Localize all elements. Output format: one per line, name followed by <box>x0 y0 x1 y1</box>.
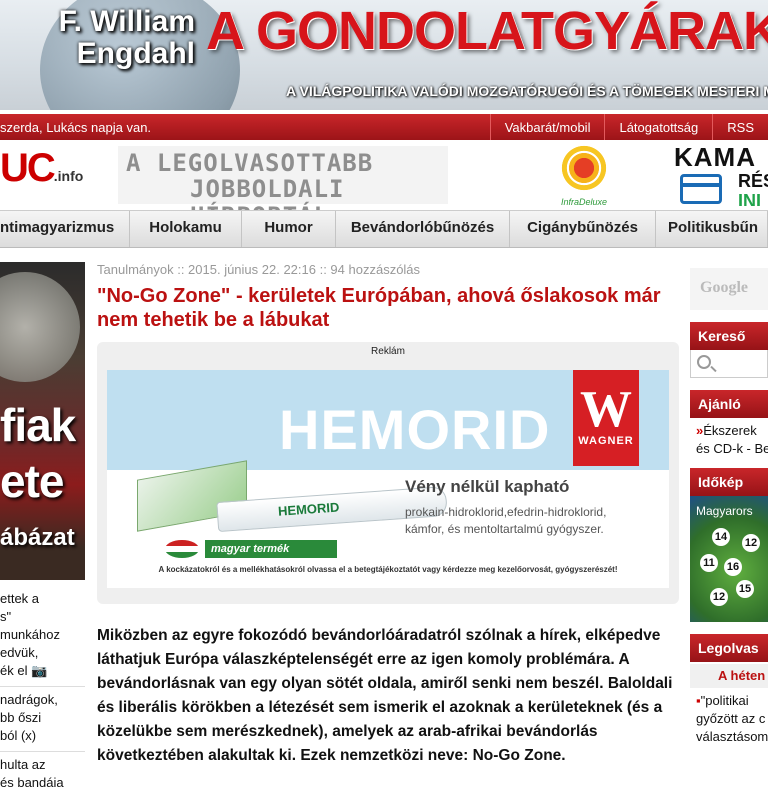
site-search-input[interactable] <box>690 350 768 378</box>
logo-text: UC <box>0 146 56 190</box>
sun-logo-icon <box>558 144 610 192</box>
weather-temp: 14 <box>712 528 730 546</box>
article-title[interactable]: "No-Go Zone" - kerületek Európában, ahov… <box>97 284 679 332</box>
list-item-line: munkához <box>0 627 60 642</box>
ad-claim: Vény nélkül kapható <box>405 477 570 496</box>
article-body: Miközben az egyre fokozódó bevándorlóára… <box>97 627 673 765</box>
left-sidebar: fiak ete ábázat ettek a s" munkához edvü… <box>0 262 85 787</box>
link-accessible-mobile[interactable]: Vakbarát/mobil <box>489 114 605 140</box>
weather-temp: 11 <box>700 554 718 572</box>
top-links: Vakbarát/mobil Látogatottság RSS <box>489 114 768 140</box>
wagner-logo-letter: W <box>580 381 632 438</box>
nav-item-bevandorlobunozes[interactable]: Bevándorlóbűnözés <box>336 211 510 247</box>
link-rss[interactable]: RSS <box>712 114 768 140</box>
most-read-line-1: "politikai <box>700 693 749 708</box>
most-read-line-3: választásom <box>696 729 768 744</box>
hungarian-flag-icon <box>165 540 199 558</box>
kama-line-3: INI <box>738 191 762 206</box>
left-banner-line-3: ábázat <box>0 524 75 551</box>
most-read-week-tab[interactable]: A héten <box>690 664 768 688</box>
main-content: Tanulmányok :: 2015. június 22. 22:16 ::… <box>97 262 679 768</box>
article-meta: Tanulmányok :: 2015. június 22. 22:16 ::… <box>97 262 421 277</box>
slogan-banner: A LEGOLVASOTTABB JOBBOLDALI HÍRPORTÁL <box>118 146 448 229</box>
weather-temp: 12 <box>742 534 760 552</box>
recommend-section-title: Ajánló <box>690 390 768 418</box>
date-text: szerda, Lukács napja van. <box>0 120 152 135</box>
kama-line-2: RÉS <box>738 171 768 191</box>
list-item[interactable]: nadrágok, bb őszi ból (x) <box>0 687 85 752</box>
site-logo[interactable]: UC.info <box>0 148 83 188</box>
tube-label: HEMORID <box>277 499 340 519</box>
weather-map-label: Magyarors <box>696 504 753 518</box>
ad-disclaimer: A kockázatokról és a mellékhatásokról ol… <box>158 565 618 574</box>
right-sidebar: Google Kereső Ajánló »Ékszerek és CD-k -… <box>690 268 768 787</box>
most-read-item[interactable]: ▪"politikai győzött az c választásom <box>690 688 768 750</box>
infradeluxe-label: InfraDeluxe <box>560 197 608 207</box>
info-bar: szerda, Lukács napja van. Vakbarát/mobil… <box>0 114 768 140</box>
left-news-list: ettek a s" munkához edvük, ék el 📷 nadrá… <box>0 580 85 787</box>
list-item[interactable]: hulta az és bandája <box>0 752 85 787</box>
slogan-line-1: A LEGOLVASOTTABB <box>126 149 374 177</box>
weather-temp: 15 <box>736 580 754 598</box>
logo-row: UC.info A LEGOLVASOTTABB JOBBOLDALI HÍRP… <box>0 140 768 229</box>
logo-suffix: .info <box>53 168 84 184</box>
ad-ingredients: prokain-hidroklorid,efedrin-hidroklorid,… <box>405 504 606 538</box>
top-banner[interactable]: F. William Engdahl A GONDOLATGYÁRAK A VI… <box>0 0 768 110</box>
infradeluxe-ad[interactable]: InfraDeluxe <box>552 144 616 210</box>
kama-ad[interactable]: KAMA RÉS INI <box>674 144 768 206</box>
banner-subtitle: A VILÁGPOLITIKA VALÓDI MOZGATÓRUGÓI ÉS A… <box>286 83 768 99</box>
nav-item-holokamu[interactable]: Holokamu <box>130 211 242 247</box>
left-banner-line-2: ete <box>0 455 64 507</box>
banner-author: F. William Engdahl <box>10 6 195 69</box>
list-item-line: s" <box>0 609 12 624</box>
nav-item-ciganybunozes[interactable]: Cigánybűnözés <box>510 211 656 247</box>
coin-image <box>0 272 80 382</box>
recommend-item[interactable]: »Ékszerek és CD-k - Be <box>690 418 768 462</box>
most-read-line-2: győzött az c <box>696 711 766 726</box>
search-section-title: Kereső <box>690 322 768 350</box>
list-item-line: hulta az <box>0 757 46 772</box>
most-read-section-title: Legolvas <box>690 634 768 662</box>
wagner-logo: W WAGNER <box>573 370 639 466</box>
ingredients-line-1: prokain-hidroklorid,efedrin-hidroklorid, <box>405 505 607 519</box>
made-in-label: magyar termék <box>205 540 337 558</box>
left-banner-ad[interactable]: fiak ete ábázat <box>0 262 85 580</box>
weather-section-title: Időkép <box>690 468 768 496</box>
list-item[interactable]: ettek a s" munkához edvük, ék el 📷 <box>0 586 85 687</box>
kama-line-1: KAMA <box>674 144 756 172</box>
google-search-box[interactable]: Google <box>690 268 768 310</box>
recommend-line-2: és CD-k - Be <box>696 441 768 456</box>
author-line-2: Engdahl <box>76 36 195 70</box>
author-line-1: F. William <box>58 5 195 38</box>
list-item-line: ettek a <box>0 591 40 606</box>
nav-item-humor[interactable]: Humor <box>242 211 336 247</box>
ad-brand: HEMORID <box>279 398 551 461</box>
list-item-line: bb őszi <box>0 710 42 725</box>
weather-temp: 16 <box>724 558 742 576</box>
left-banner-line-1: fiak <box>0 399 76 451</box>
ad-label: Reklám <box>371 346 405 357</box>
ingredients-line-2: kámfor, és mentoltartalmú gyógyszer. <box>405 522 604 536</box>
search-icon[interactable] <box>697 355 711 369</box>
weather-map[interactable]: Magyarors 14 12 11 16 15 12 <box>690 496 768 622</box>
recommend-line-1: Ékszerek <box>703 423 757 438</box>
nav-item-politikusbunozes[interactable]: Politikusbűn <box>656 211 768 247</box>
credit-card-icon <box>680 174 722 204</box>
list-item-line: nadrágok, <box>0 692 58 707</box>
wagner-logo-label: WAGNER <box>578 435 634 447</box>
link-visitors[interactable]: Látogatottság <box>604 114 712 140</box>
hemorid-ad[interactable]: HEMORID W WAGNER HEMORID Vény nélkül kap… <box>107 370 669 588</box>
main-nav: ntimagyarizmus Holokamu Humor Bevándorló… <box>0 210 768 248</box>
list-item-line: edvük, <box>0 645 39 660</box>
ad-container: Reklám HEMORID W WAGNER HEMORID Vény nél… <box>97 342 679 604</box>
weather-temp: 12 <box>710 588 728 606</box>
nav-item-antimagyarizmus[interactable]: ntimagyarizmus <box>0 211 130 247</box>
banner-title: A GONDOLATGYÁRAK <box>206 1 768 61</box>
list-item-line: és bandája <box>0 775 64 787</box>
list-item-line: ék el 📷 <box>0 663 48 678</box>
list-item-line: ból (x) <box>0 728 37 743</box>
